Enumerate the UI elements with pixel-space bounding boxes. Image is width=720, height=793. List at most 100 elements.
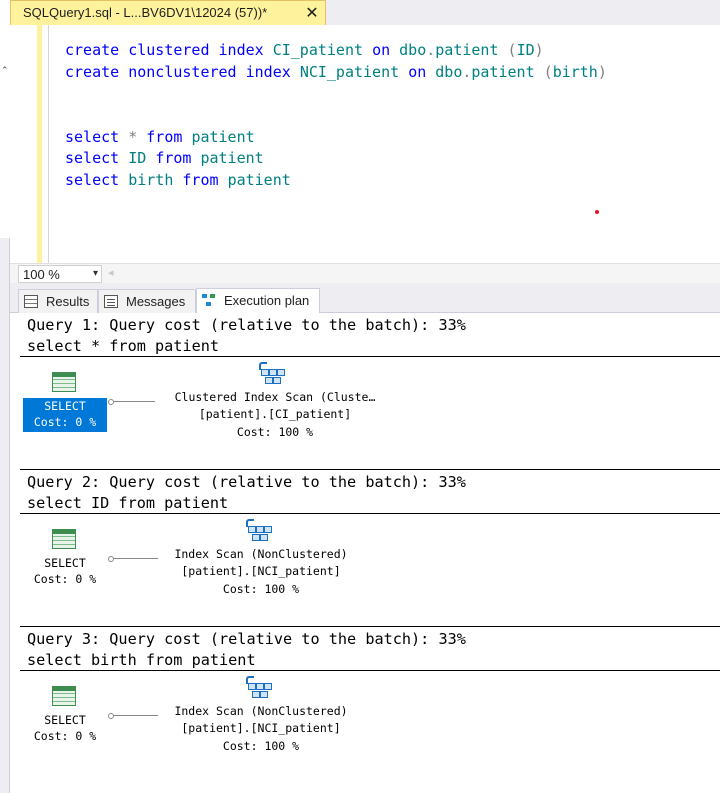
select-operator-icon[interactable] bbox=[52, 529, 76, 549]
index-scan-icon[interactable] bbox=[245, 676, 273, 700]
code-token: ( bbox=[507, 41, 517, 59]
code-line[interactable] bbox=[65, 83, 607, 105]
select-operator-icon[interactable] bbox=[52, 372, 76, 392]
code-line[interactable]: select * from patient bbox=[65, 127, 607, 149]
select-operator-label: SELECT bbox=[44, 556, 86, 570]
index-scan-node[interactable]: Index Scan (NonClustered) [patient].[NCI_… bbox=[140, 546, 382, 598]
zoom-value: 100 % bbox=[23, 267, 60, 282]
index-scan-icon[interactable] bbox=[245, 519, 273, 543]
scan-operator-name: Clustered Index Scan (Cluste… bbox=[174, 390, 376, 404]
code-token: index bbox=[245, 62, 291, 81]
code-token: ) bbox=[597, 62, 607, 81]
code-token: . bbox=[426, 41, 436, 59]
chevron-down-icon[interactable]: ▾ bbox=[93, 266, 98, 282]
code-line[interactable]: create clustered index CI_patient on dbo… bbox=[65, 40, 607, 62]
execution-plan-pane[interactable]: Query 1: Query cost (relative to the bat… bbox=[20, 313, 720, 793]
select-operator-node[interactable]: SELECT Cost: 0 % bbox=[23, 398, 107, 432]
left-dock-strip: ⌃ bbox=[0, 0, 10, 793]
select-operator-label: SELECT bbox=[44, 713, 86, 727]
scan-operator-name: Index Scan (NonClustered) bbox=[174, 547, 348, 561]
code-line[interactable]: select birth from patient bbox=[65, 170, 607, 192]
code-token: patient bbox=[435, 41, 499, 59]
query-editor[interactable]: create clustered index CI_patient on dbo… bbox=[10, 25, 720, 263]
select-operator-node[interactable]: SELECT Cost: 0 % bbox=[23, 555, 107, 589]
grid-icon bbox=[24, 295, 38, 308]
change-tracking-bar bbox=[37, 25, 42, 263]
select-operator-label: SELECT bbox=[44, 399, 86, 413]
code-token: clustered bbox=[128, 41, 210, 59]
editor-gutter-separator bbox=[48, 25, 49, 263]
left-dock-upper bbox=[0, 0, 10, 238]
zoom-dropdown[interactable]: 100 % ▾ bbox=[18, 265, 102, 283]
select-operator-cost: Cost: 0 % bbox=[33, 729, 97, 743]
code-token: ( bbox=[543, 62, 553, 81]
code-token: patient bbox=[227, 171, 291, 190]
code-token: select bbox=[65, 149, 120, 168]
code-token: create bbox=[65, 62, 120, 81]
code-token: dbo bbox=[435, 62, 463, 81]
scan-operator-object: [patient].[NCI_patient] bbox=[181, 721, 341, 736]
tab-messages[interactable]: Messages bbox=[98, 289, 196, 313]
code-token: * bbox=[128, 127, 138, 146]
query-sql-text: select birth from patient bbox=[27, 651, 256, 669]
select-operator-cost: Cost: 0 % bbox=[33, 572, 97, 586]
code-token: birth bbox=[128, 171, 174, 190]
scan-operator-cost: Cost: 100 % bbox=[222, 738, 300, 753]
tab-execution-plan-label: Execution plan bbox=[224, 293, 310, 308]
code-token: select bbox=[65, 127, 120, 146]
scan-operator-object: [patient].[CI_patient] bbox=[198, 407, 352, 422]
code-line[interactable]: create nonclustered index NCI_patient on… bbox=[65, 62, 607, 84]
tab-execution-plan[interactable]: Execution plan bbox=[196, 288, 320, 313]
clustered-index-scan-icon[interactable] bbox=[258, 362, 286, 386]
code-token: patient bbox=[200, 149, 264, 168]
document-tab-sqlquery1[interactable]: SQLQuery1.sql - L...BV6DV1\12024 (57))* … bbox=[10, 0, 326, 25]
code-token: from bbox=[182, 171, 219, 190]
index-scan-node[interactable]: Index Scan (NonClustered) [patient].[NCI_… bbox=[140, 703, 382, 755]
query-sql-text: select ID from patient bbox=[27, 494, 229, 512]
query-header: Query 1: Query cost (relative to the bat… bbox=[20, 313, 720, 357]
query-cost-header: Query 3: Query cost (relative to the bat… bbox=[27, 630, 466, 648]
clustered-index-scan-node[interactable]: Clustered Index Scan (Cluste… [patient].[… bbox=[140, 389, 410, 441]
code-line[interactable] bbox=[65, 105, 607, 127]
execution-plan-icon bbox=[202, 294, 216, 307]
code-token: on bbox=[408, 62, 427, 81]
query-header: Query 2: Query cost (relative to the bat… bbox=[20, 470, 720, 514]
code-token: patient bbox=[191, 127, 255, 146]
document-tab-title: SQLQuery1.sql - L...BV6DV1\12024 (57))* bbox=[23, 5, 268, 20]
code-token: index bbox=[218, 41, 264, 59]
code-token: from bbox=[146, 127, 183, 146]
code-token: NCI_patient bbox=[299, 62, 400, 81]
code-token: ID bbox=[516, 41, 535, 59]
code-token: select bbox=[65, 171, 120, 190]
close-icon[interactable]: ✕ bbox=[302, 2, 322, 24]
scan-operator-object: [patient].[NCI_patient] bbox=[181, 564, 341, 579]
select-operator-node[interactable]: SELECT Cost: 0 % bbox=[23, 712, 107, 746]
code-token: ID bbox=[128, 149, 147, 168]
query-sql-text: select * from patient bbox=[27, 337, 220, 355]
tab-messages-label: Messages bbox=[126, 294, 186, 309]
sql-code[interactable]: create clustered index CI_patient on dbo… bbox=[65, 40, 607, 192]
zoom-bar: 100 % ▾ ◂ bbox=[10, 263, 720, 283]
red-dot-marker bbox=[595, 210, 599, 214]
select-operator-icon[interactable] bbox=[52, 686, 76, 706]
tab-results[interactable]: Results bbox=[18, 289, 98, 313]
results-tab-strip: Results Messages Execution plan bbox=[10, 283, 720, 313]
code-token: patient bbox=[471, 62, 535, 81]
tab-results-label: Results bbox=[46, 294, 90, 309]
code-line[interactable]: select ID from patient bbox=[65, 148, 607, 170]
scroll-left-icon[interactable]: ◂ bbox=[108, 266, 114, 279]
dock-marker-icon: ⌃ bbox=[1, 66, 9, 76]
query-header: Query 3: Query cost (relative to the bat… bbox=[20, 627, 720, 671]
query-cost-header: Query 2: Query cost (relative to the bat… bbox=[27, 473, 466, 491]
code-token: ) bbox=[534, 41, 544, 59]
